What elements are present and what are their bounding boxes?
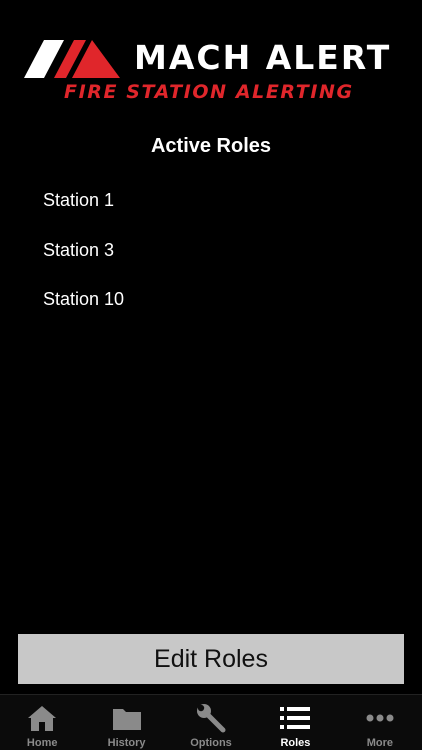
edit-roles-button[interactable]: Edit Roles: [18, 634, 404, 684]
list-icon: [278, 701, 312, 735]
app-subtitle: FIRE STATION ALERTING: [64, 81, 354, 103]
tab-label: Home: [26, 737, 58, 749]
active-roles-list: Station 1 Station 3 Station 10: [0, 176, 422, 325]
home-icon: [25, 701, 59, 735]
tab-label: Roles: [280, 737, 311, 749]
more-icon: [363, 701, 397, 735]
tab-options[interactable]: Options: [169, 695, 253, 750]
role-label: Station 3: [43, 239, 115, 260]
role-item-station-10: Station 10: [0, 275, 422, 325]
tab-label: History: [107, 737, 146, 749]
role-item-station-1: Station 1: [0, 176, 422, 226]
role-item-station-3: Station 3: [0, 226, 422, 276]
tab-more[interactable]: More: [338, 695, 422, 750]
tab-history[interactable]: History: [84, 695, 168, 750]
tab-bar: Home History Options Roles More: [0, 694, 422, 750]
folder-icon: [110, 701, 144, 735]
tab-roles[interactable]: Roles: [253, 695, 337, 750]
mach-alert-logo-mark: [24, 40, 120, 78]
page-title: Active Roles: [150, 135, 272, 157]
tab-label: Options: [190, 737, 232, 749]
app-title: MACH ALERT: [134, 38, 392, 77]
wrench-icon: [194, 701, 228, 735]
tab-home[interactable]: Home: [0, 695, 84, 750]
role-label: Station 10: [43, 289, 125, 310]
app-logo: MACH ALERT FIRE STATION ALERTING: [24, 38, 400, 108]
role-label: Station 1: [43, 190, 115, 211]
tab-label: More: [366, 737, 393, 749]
